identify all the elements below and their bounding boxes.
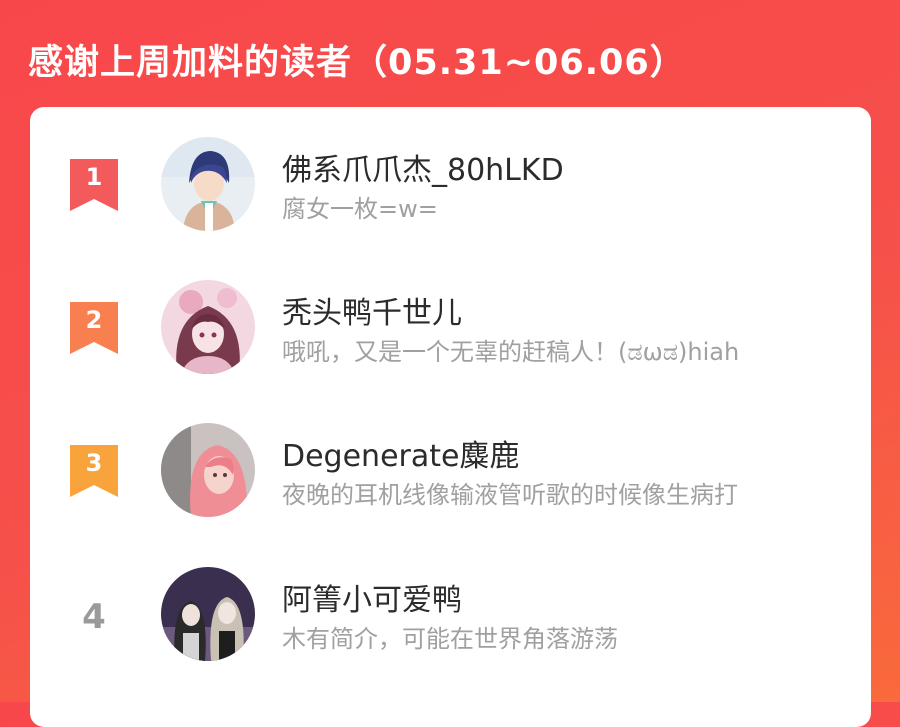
reader-row-1[interactable]: 1 佛系爪爪杰_80hLKD 腐女一枚=w= <box>30 137 871 237</box>
page-title: 感谢上周加料的读者（05.31~06.06） <box>28 43 686 83</box>
reader-row-4[interactable]: 4 阿箐小可爱鸭 木有简介，可能在世界角落游荡 <box>30 567 871 667</box>
reader-row-2[interactable]: 2 秃头鸭千世儿 哦吼，又是一个无辜的赶稿人！(ಡωಡ)hiah <box>30 280 871 380</box>
avatar-pink-hair-icon[interactable] <box>161 423 255 517</box>
reader-bio: 木有简介，可能在世界角落游荡 <box>282 625 618 653</box>
rank-number: 3 <box>85 449 103 477</box>
rank-badge-icon: 1 <box>70 159 118 211</box>
rank-badge-icon: 2 <box>70 302 118 354</box>
rank-badge-icon: 3 <box>70 445 118 497</box>
rank-number: 1 <box>85 163 103 191</box>
reader-name[interactable]: 阿箐小可爱鸭 <box>282 575 462 619</box>
reader-bio: 哦吼，又是一个无辜的赶稿人！(ಡωಡ)hiah <box>282 338 740 366</box>
reader-ranking-card: 1 佛系爪爪杰_80hLKD 腐女一枚=w= 2 秃头鸭千世儿 哦吼，又是一个无… <box>30 107 871 727</box>
reader-name[interactable]: Degenerate麋鹿 <box>282 431 519 475</box>
avatar-group-icon[interactable] <box>161 567 255 661</box>
reader-row-3[interactable]: 3 Degenerate麋鹿 夜晚的耳机线像输液管听歌的时候像生病打 <box>30 423 871 523</box>
avatar-anime-boy-icon[interactable] <box>161 137 255 231</box>
reader-bio: 腐女一枚=w= <box>282 195 438 223</box>
reader-name[interactable]: 佛系爪爪杰_80hLKD <box>282 145 564 189</box>
rank-number: 2 <box>85 306 103 334</box>
avatar-anime-girl-pink-icon[interactable] <box>161 280 255 374</box>
rank-number: 4 <box>82 597 106 637</box>
reader-bio: 夜晚的耳机线像输液管听歌的时候像生病打 <box>282 481 738 509</box>
reader-name[interactable]: 秃头鸭千世儿 <box>282 288 462 332</box>
